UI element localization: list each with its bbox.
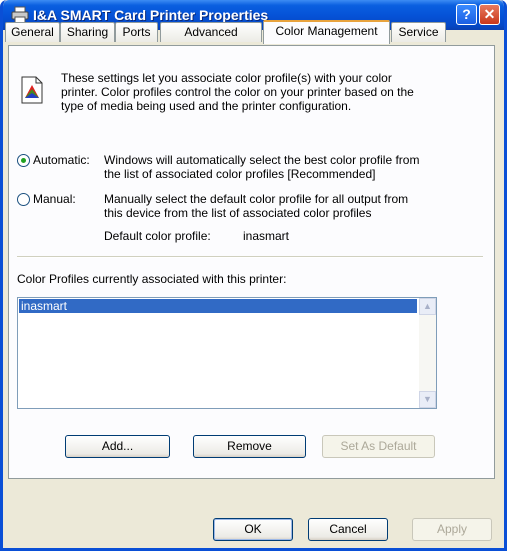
tab-color-management[interactable]: Color Management [263, 20, 390, 44]
radio-selected-dot [21, 158, 26, 163]
window-title: I&A SMART Card Printer Properties [33, 7, 269, 23]
profiles-label: Color Profiles currently associated with… [17, 272, 287, 286]
set-as-default-button[interactable]: Set As Default [322, 435, 435, 458]
automatic-radio[interactable] [17, 154, 30, 167]
ok-button[interactable]: OK [213, 518, 293, 541]
intro-line-3: type of media being used and the printer… [61, 99, 352, 113]
manual-desc-line-2: this device from the list of associated … [104, 206, 372, 220]
scroll-down-icon[interactable]: ▼ [419, 391, 436, 408]
apply-button[interactable]: Apply [412, 518, 492, 541]
properties-dialog: I&A SMART Card Printer Properties ? ✕ Ge… [0, 0, 507, 551]
manual-radio[interactable] [17, 193, 30, 206]
tab-advanced[interactable]: Advanced [160, 22, 262, 42]
profiles-listbox[interactable]: inasmart ▲ ▼ [17, 297, 437, 409]
list-item[interactable]: inasmart [19, 299, 417, 313]
intro-line-2: printer. Color profiles control the colo… [61, 85, 414, 99]
automatic-label[interactable]: Automatic: [33, 153, 90, 167]
tab-sharing[interactable]: Sharing [60, 22, 115, 42]
tab-service[interactable]: Service [391, 22, 446, 42]
scroll-up-icon[interactable]: ▲ [419, 298, 436, 315]
manual-label[interactable]: Manual: [33, 192, 76, 206]
color-document-icon [21, 76, 43, 104]
default-profile-label: Default color profile: [104, 229, 211, 243]
automatic-desc-line-2: the list of associated color profiles [R… [104, 167, 376, 181]
manual-desc-line-1: Manually select the default color profil… [104, 192, 409, 206]
automatic-desc-line-1: Windows will automatically select the be… [104, 153, 420, 167]
color-management-panel: These settings let you associate color p… [8, 45, 495, 479]
default-profile-value: inasmart [243, 229, 290, 243]
close-button[interactable]: ✕ [479, 4, 500, 25]
tab-general[interactable]: General [5, 22, 60, 42]
tab-ports[interactable]: Ports [115, 22, 158, 42]
vertical-scrollbar[interactable]: ▲ ▼ [419, 298, 436, 408]
intro-line-1: These settings let you associate color p… [61, 71, 392, 85]
add-button[interactable]: Add... [65, 435, 170, 458]
cancel-button[interactable]: Cancel [308, 518, 388, 541]
remove-button[interactable]: Remove [193, 435, 306, 458]
help-button[interactable]: ? [456, 4, 477, 25]
section-divider [17, 256, 483, 258]
